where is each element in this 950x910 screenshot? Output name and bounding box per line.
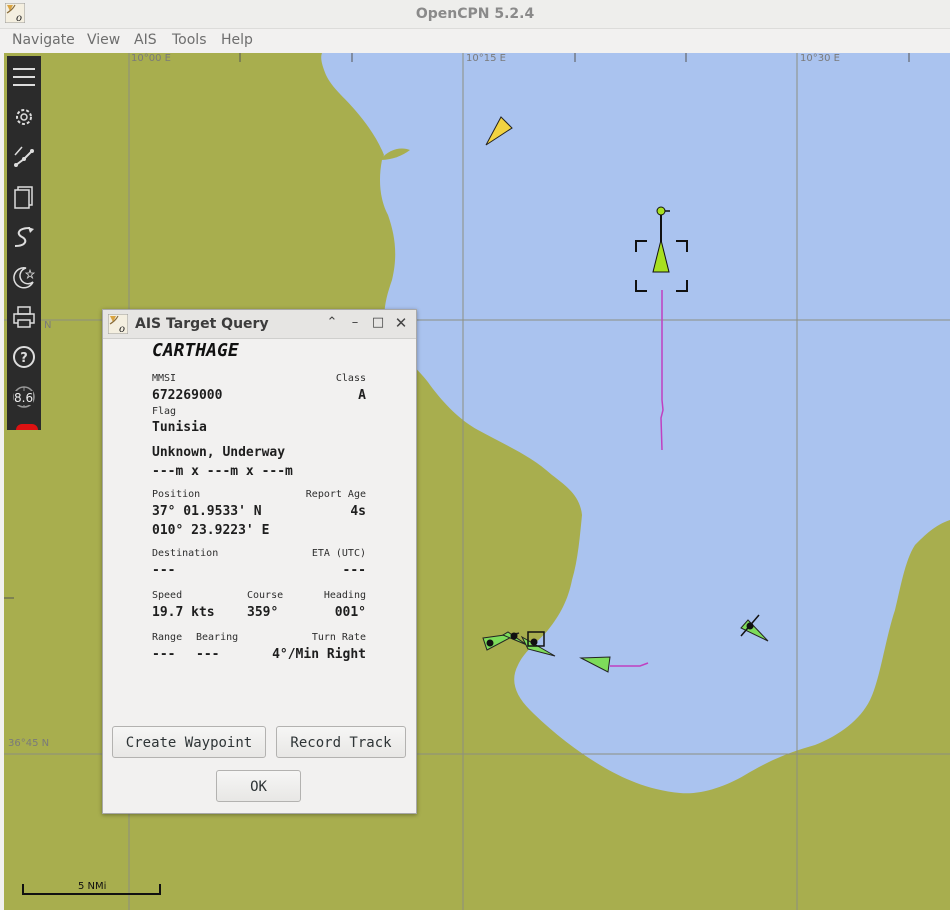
bearing-label: Bearing bbox=[196, 632, 239, 643]
speed-label: Speed bbox=[152, 590, 183, 601]
position-lat: 37° 01.9533' N bbox=[152, 504, 262, 519]
compass-value: 8.6 bbox=[14, 391, 34, 405]
class-value: A bbox=[358, 388, 366, 403]
ok-button[interactable]: OK bbox=[216, 770, 301, 802]
destination-label: Destination bbox=[152, 548, 219, 559]
menu-icon bbox=[13, 68, 35, 86]
grid-label-lon-1015: 10°15 E bbox=[466, 53, 506, 64]
dialog-title: AIS Target Query bbox=[135, 316, 269, 332]
heading-value: 001° bbox=[334, 605, 366, 620]
menu-help[interactable]: Help bbox=[221, 32, 253, 48]
ais-target-query-dialog: o AIS Target Query ⌃ – □ ✕ CARTHAGE MMSI… bbox=[102, 309, 417, 814]
ship-dimensions: ---m x ---m x ---m bbox=[152, 464, 293, 479]
night-mode-icon bbox=[13, 267, 36, 289]
course-label: Course bbox=[247, 590, 284, 601]
track-button[interactable] bbox=[7, 220, 41, 254]
report-age-value: 4s bbox=[350, 504, 366, 519]
range-label: Range bbox=[152, 632, 183, 643]
svg-text:o: o bbox=[119, 324, 125, 334]
grid-label-lat-n: N bbox=[44, 320, 52, 331]
print-icon bbox=[13, 306, 35, 328]
minimize-icon[interactable]: – bbox=[347, 315, 363, 331]
mmsi-label: MMSI bbox=[152, 373, 177, 384]
flag-label: Flag bbox=[152, 406, 177, 417]
compass-button[interactable]: 8.6 bbox=[7, 380, 41, 414]
dialog-titlebar[interactable]: o AIS Target Query ⌃ – □ ✕ bbox=[103, 310, 416, 339]
eta-value: --- bbox=[342, 563, 366, 578]
eta-label: ETA (UTC) bbox=[311, 548, 366, 559]
mmsi-value: 672269000 bbox=[152, 388, 223, 403]
turn-rate-value: 4°/Min Right bbox=[272, 647, 366, 662]
menu-view[interactable]: View bbox=[87, 32, 120, 48]
report-age-label: Report Age bbox=[305, 489, 366, 500]
scale-bar-label: 5 NMi bbox=[78, 881, 107, 892]
window-titlebar: o OpenCPN 5.2.4 bbox=[0, 0, 950, 29]
settings-button[interactable] bbox=[7, 100, 41, 134]
settings-icon bbox=[16, 109, 32, 125]
maximize-icon[interactable]: □ bbox=[370, 315, 386, 331]
grid-label-lon-1030: 10°30 E bbox=[800, 53, 840, 64]
create-waypoint-button[interactable]: Create Waypoint bbox=[112, 726, 266, 758]
menu-tools[interactable]: Tools bbox=[172, 32, 207, 48]
class-label: Class bbox=[335, 373, 366, 384]
close-icon[interactable]: ✕ bbox=[393, 315, 409, 331]
night-mode-button[interactable] bbox=[7, 260, 41, 294]
position-label: Position bbox=[152, 489, 201, 500]
menu-bar: Navigate View AIS Tools Help bbox=[0, 29, 950, 53]
track-icon bbox=[14, 227, 34, 247]
record-track-button[interactable]: Record Track bbox=[276, 726, 406, 758]
dialog-app-icon: o bbox=[108, 314, 128, 334]
position-lon: 010° 23.9223' E bbox=[152, 523, 270, 538]
turn-rate-label: Turn Rate bbox=[311, 632, 366, 643]
layers-button[interactable] bbox=[7, 180, 41, 214]
window-title: OpenCPN 5.2.4 bbox=[415, 6, 535, 22]
layers-icon bbox=[14, 186, 33, 209]
help-icon: ? bbox=[13, 346, 35, 368]
toolbar-indicator bbox=[16, 424, 38, 430]
heading-label: Heading bbox=[323, 590, 366, 601]
menu-ais[interactable]: AIS bbox=[134, 32, 157, 48]
range-value: --- bbox=[152, 647, 176, 662]
speed-value: 19.7 kts bbox=[152, 605, 215, 620]
route-icon bbox=[14, 146, 34, 167]
route-button[interactable] bbox=[7, 140, 41, 174]
nav-status: Unknown, Underway bbox=[152, 445, 286, 460]
collapse-icon[interactable]: ⌃ bbox=[324, 315, 340, 331]
help-button[interactable]: ? bbox=[7, 340, 41, 374]
course-value: 359° bbox=[247, 605, 279, 620]
print-button[interactable] bbox=[7, 300, 41, 334]
grid-label-lat-3645: 36°45 N bbox=[8, 738, 50, 749]
menu-navigate[interactable]: Navigate bbox=[12, 32, 75, 48]
bearing-value: --- bbox=[196, 647, 220, 662]
ship-name: CARTHAGE bbox=[152, 340, 239, 361]
svg-text:?: ? bbox=[20, 351, 28, 366]
chart-toolbar: ? 8.6 bbox=[7, 56, 41, 430]
destination-value: --- bbox=[152, 563, 176, 578]
grid-label-lon-1000: 10°00 E bbox=[131, 53, 171, 64]
flag-value: Tunisia bbox=[152, 420, 207, 435]
menu-button[interactable] bbox=[7, 60, 41, 94]
